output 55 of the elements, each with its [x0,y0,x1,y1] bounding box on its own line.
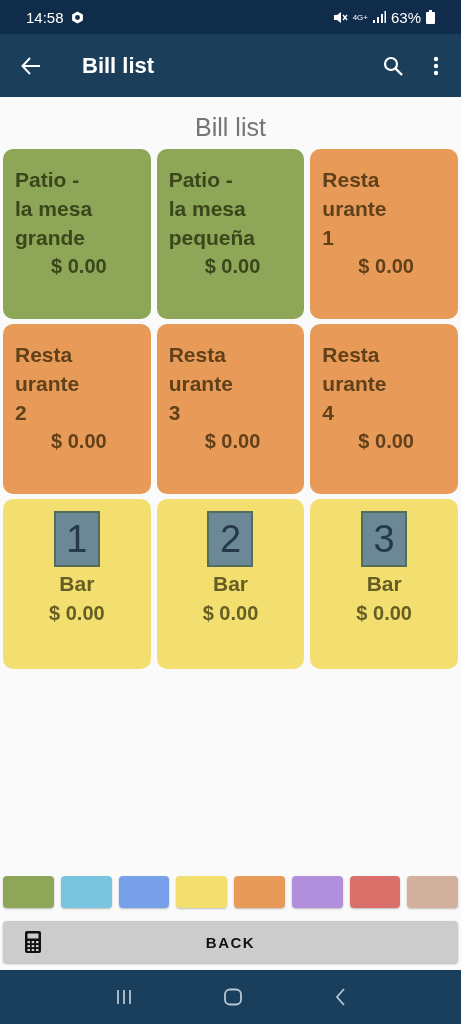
bar-number: 1 [53,511,100,567]
bill-amount: $ 0.00 [202,602,259,625]
color-swatch[interactable] [60,876,112,908]
recent-apps-icon[interactable] [115,989,134,1005]
more-options-icon[interactable] [433,55,439,76]
bill-amount: $ 0.00 [204,255,261,278]
bill-name: Bar [366,572,402,596]
signal-icon [372,11,386,23]
table-bill-card[interactable]: Resta urante 1 $ 0.00 [310,149,458,319]
app-bar-title: Bill list [82,52,155,79]
search-icon[interactable] [383,55,403,76]
color-swatch[interactable] [234,876,285,908]
battery-level: 63% [390,8,421,26]
status-time: 14:58 [26,8,64,26]
page-heading: Bill list [194,113,267,142]
bill-name: Patio - la mesa grande [15,167,94,251]
back-arrow-icon[interactable] [21,56,41,75]
network-type: 4G+ [352,12,368,22]
home-icon[interactable] [223,988,244,1006]
bill-amount: $ 0.00 [358,255,414,278]
bill-name: Patio - la mesa pequeña [168,167,256,251]
bar-bill-card[interactable]: 1 Bar $ 0.00 [3,499,151,669]
bill-name: Resta urante 3 [168,342,234,426]
table-bill-card[interactable]: Resta urante 3 $ 0.00 [156,324,305,494]
bar-bill-card[interactable]: 3 Bar $ 0.00 [310,499,458,669]
color-swatch[interactable] [3,876,54,908]
color-swatch[interactable] [407,876,458,908]
bill-name: Resta urante 1 [322,167,388,251]
bill-amount: $ 0.00 [204,430,261,453]
bar-number: 3 [361,511,408,567]
calculator-icon [25,931,41,953]
color-swatch[interactable] [176,876,227,908]
bill-name: Bar [212,572,248,596]
color-swatch[interactable] [349,876,401,908]
app-notification-icon [70,10,84,24]
bill-amount: $ 0.00 [358,430,414,453]
color-swatch[interactable] [118,876,170,908]
bill-name: Resta urante 2 [15,342,81,426]
table-bill-card[interactable]: Resta urante 4 $ 0.00 [310,324,458,494]
bar-number: 2 [207,511,254,567]
table-bill-card[interactable]: Patio - la mesa pequeña $ 0.00 [156,149,305,319]
back-icon[interactable] [333,988,346,1006]
bill-amount: $ 0.00 [356,602,412,625]
back-button[interactable]: BACK [3,921,458,963]
color-swatch[interactable] [291,876,343,908]
bill-name: Bar [59,572,95,596]
mute-icon [332,10,348,24]
bar-bill-card[interactable]: 2 Bar $ 0.00 [156,499,305,669]
bill-amount: $ 0.00 [49,602,105,625]
bill-amount: $ 0.00 [51,430,107,453]
bill-amount: $ 0.00 [51,255,107,278]
battery-icon [426,10,435,24]
table-bill-card[interactable]: Resta urante 2 $ 0.00 [3,324,151,494]
bill-name: Resta urante 4 [322,342,388,426]
table-bill-card[interactable]: Patio - la mesa grande $ 0.00 [3,149,151,319]
